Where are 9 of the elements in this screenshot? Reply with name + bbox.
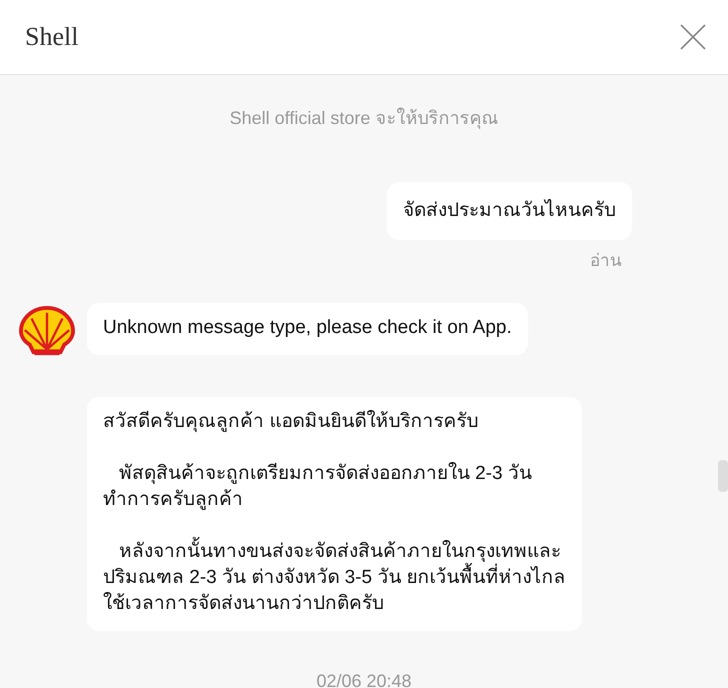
close-icon[interactable]	[680, 24, 706, 50]
message-bubble: จัดส่งประมาณวันไหนครับ	[387, 182, 632, 240]
message-timestamp: 02/06 20:48	[315, 671, 413, 688]
message-bubble: สวัสดีครับคุณลูกค้า แอดมินยินดีให้บริการครับ พัสดุสินค้าจะถูกเตรียมการจัดส่งออกภายใน 2-3 วัน ทำการครับลูกค้า หลังจากนั้นทางขนส่งจะจัดส่งสินค้าภายในกรุงเทพและ ปริมณฑล 2-3 วัน ต่างจังหวัด 3-5 วัน ยกเว้นพื้นที่ห่างไกล ใช้เวลาการจัดส่งนานกว่าปกติครับ	[87, 397, 582, 631]
scrollbar-thumb[interactable]	[718, 460, 728, 492]
message-bubble: Unknown message type, please check it on App.	[87, 303, 528, 355]
window-title: Shell	[25, 22, 78, 52]
read-status: อ่าน	[590, 250, 622, 272]
chat-notice: Shell official store จะให้บริการคุณ	[228, 106, 500, 131]
